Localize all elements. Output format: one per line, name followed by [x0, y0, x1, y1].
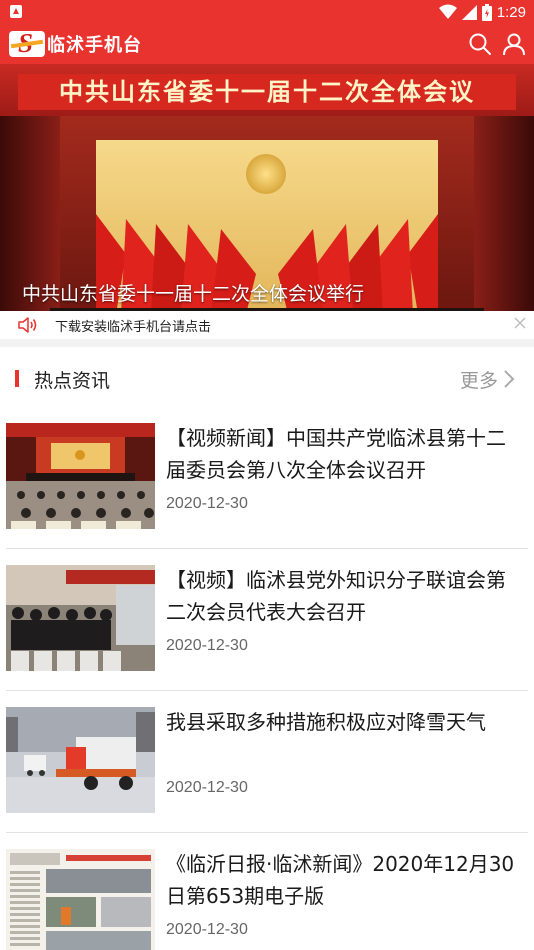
- news-thumbnail[interactable]: [6, 565, 155, 671]
- banner-caption[interactable]: 中共山东省委十一届十二次全体会议举行: [22, 279, 364, 306]
- signal-icon: [461, 4, 477, 20]
- news-item[interactable]: 《临沂日报·临沭新闻》2020年12月30日第653期电子版 2020-12-3…: [0, 833, 534, 950]
- notification-icon: [10, 5, 22, 18]
- news-headline[interactable]: 【视频新闻】中国共产党临沭县第十二届委员会第八次全体会议召开: [166, 422, 516, 486]
- status-time: 1:29: [496, 3, 526, 21]
- news-item[interactable]: 我县采取多种措施积极应对降雪天气 2020-12-30: [0, 691, 534, 833]
- hot-news-header: 热点资讯 更多: [0, 347, 534, 407]
- news-thumbnail[interactable]: [6, 423, 155, 529]
- banner-hall-title: 中共山东省委十一届十二次全体会议: [18, 74, 516, 110]
- wifi-icon: [438, 4, 457, 19]
- search-icon[interactable]: [468, 32, 492, 56]
- app-logo: 临沭手机台: [9, 31, 142, 57]
- news-headline[interactable]: 《临沂日报·临沭新闻》2020年12月30日第653期电子版: [166, 848, 516, 912]
- emblem-decoration: [246, 154, 286, 194]
- download-notice[interactable]: 下载安装临沭手机台请点击: [0, 311, 534, 339]
- user-icon[interactable]: [502, 32, 526, 56]
- close-icon[interactable]: [514, 317, 526, 329]
- news-date: 2020-12-30: [166, 495, 248, 512]
- news-item[interactable]: 【视频】临沭县党外知识分子联谊会第二次会员代表大会召开 2020-12-30: [0, 549, 534, 691]
- section-title: 热点资讯: [34, 370, 111, 392]
- banner-carousel[interactable]: 中共山东省委十一届十二次全体会议 中共山东省委十一届十二次全体会议举行: [0, 64, 534, 311]
- app-title: 临沭手机台: [47, 35, 142, 56]
- more-link[interactable]: 更多: [460, 366, 498, 393]
- news-date: 2020-12-30: [166, 637, 248, 654]
- section-divider: [0, 339, 534, 347]
- news-thumbnail[interactable]: [6, 849, 155, 950]
- news-item[interactable]: 【视频新闻】中国共产党临沭县第十二届委员会第八次全体会议召开 2020-12-3…: [0, 407, 534, 549]
- speaker-icon: [18, 317, 37, 333]
- news-headline[interactable]: 【视频】临沭县党外知识分子联谊会第二次会员代表大会召开: [166, 564, 516, 628]
- news-thumbnail[interactable]: [6, 707, 155, 813]
- status-bar: 1:29: [0, 0, 534, 24]
- logo-icon: [9, 31, 45, 57]
- chevron-right-icon[interactable]: [502, 369, 516, 389]
- news-date: 2020-12-30: [166, 921, 248, 938]
- section-accent-bar: [15, 370, 19, 387]
- app-bar: 临沭手机台: [0, 24, 534, 64]
- news-date: 2020-12-30: [166, 779, 248, 796]
- battery-icon: [481, 3, 492, 21]
- notice-text[interactable]: 下载安装临沭手机台请点击: [55, 316, 211, 335]
- news-headline[interactable]: 我县采取多种措施积极应对降雪天气: [166, 706, 516, 738]
